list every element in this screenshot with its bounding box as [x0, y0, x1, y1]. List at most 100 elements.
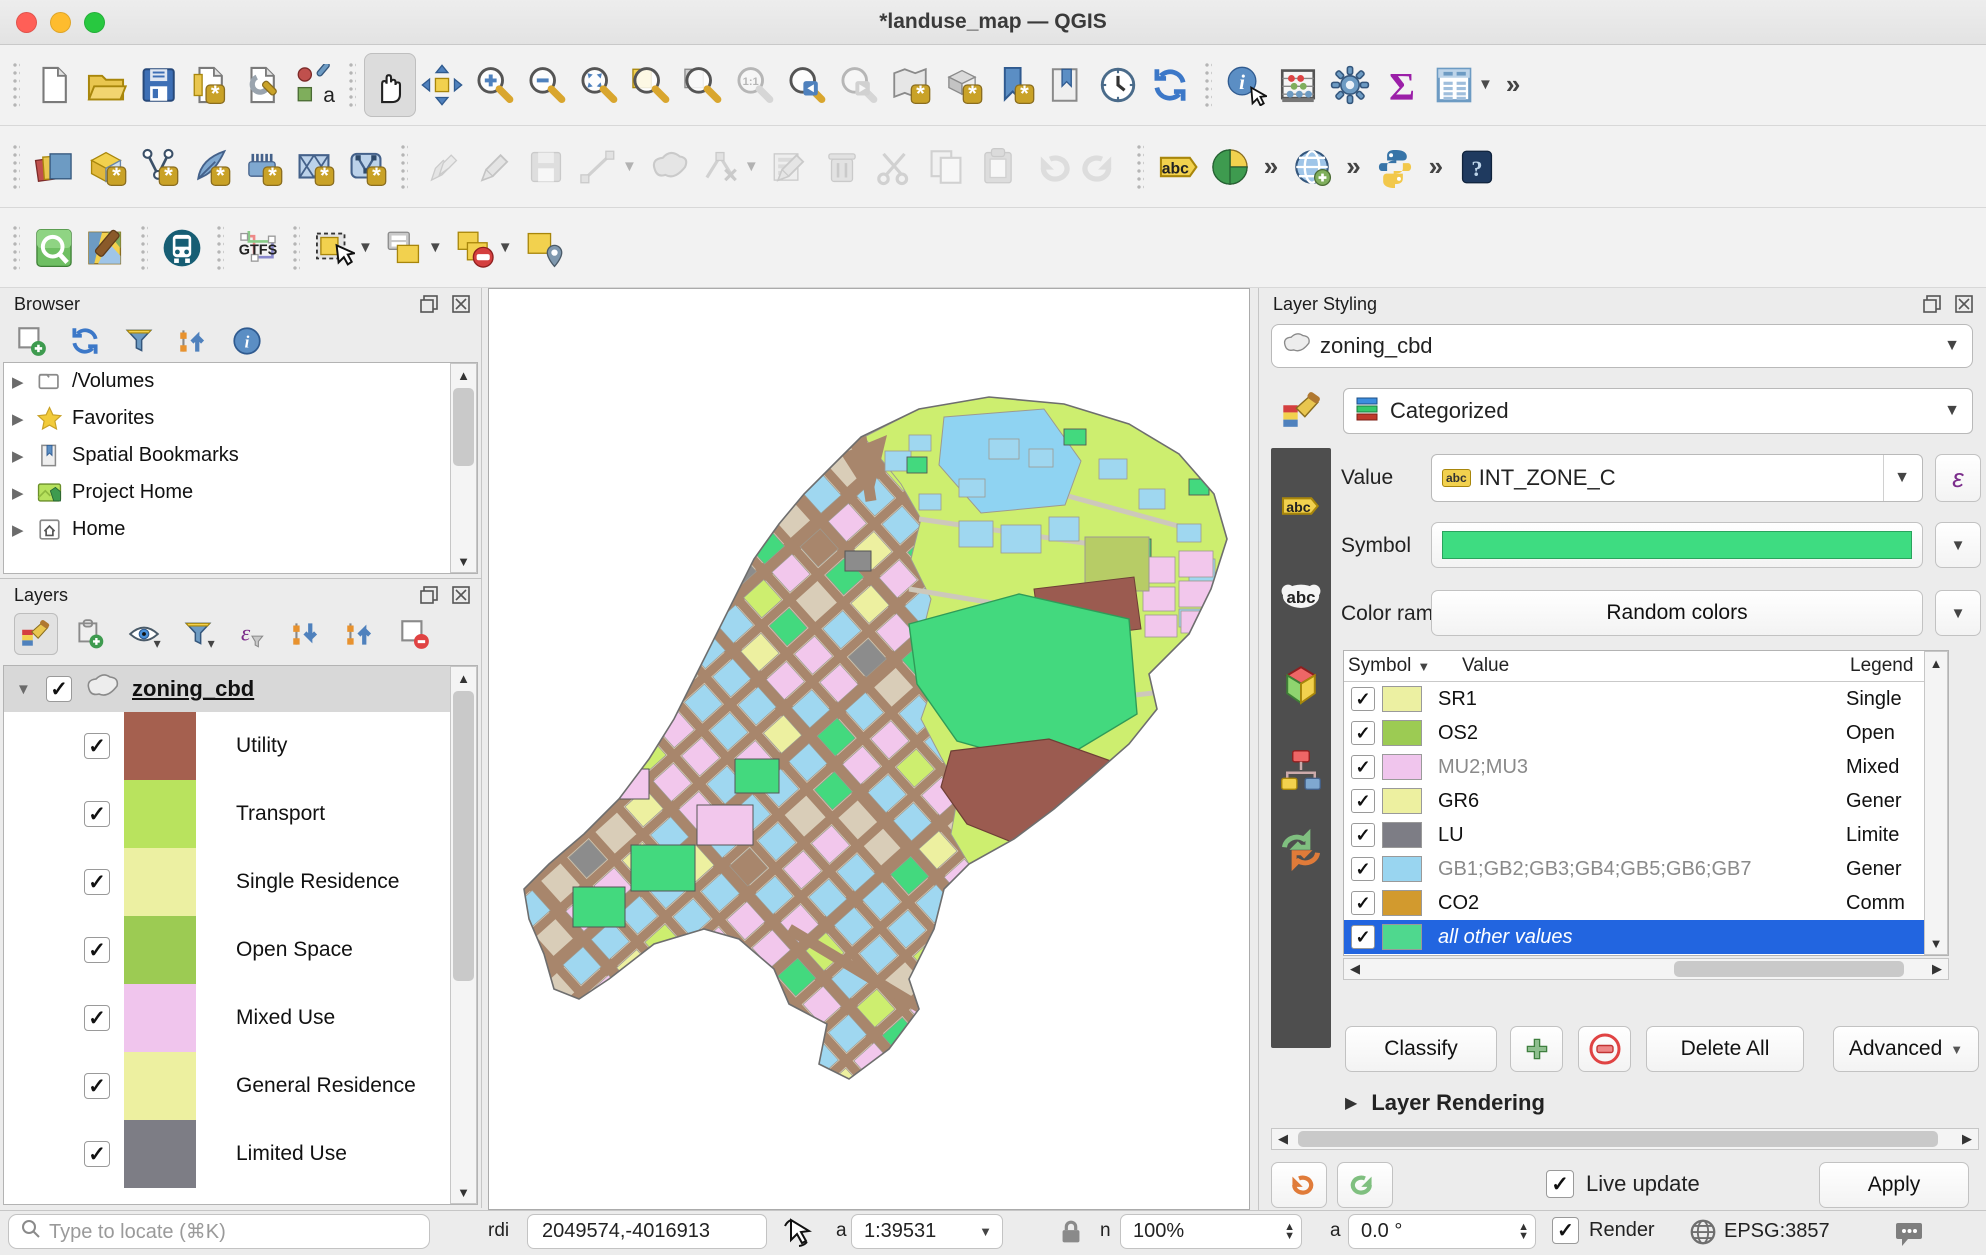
- row-checkbox[interactable]: ✓: [1351, 755, 1375, 779]
- zoom-full-button[interactable]: [572, 53, 624, 117]
- new-3d-map-view-button[interactable]: *: [936, 53, 988, 117]
- tab-dependencies[interactable]: [1279, 748, 1323, 797]
- legend-item-transport[interactable]: ✓Transport: [4, 780, 477, 848]
- stepper-icon[interactable]: ▲▼: [1284, 1223, 1301, 1241]
- new-virtual-layer-button[interactable]: *: [288, 135, 340, 199]
- toolbar-overflow-icon[interactable]: »: [1421, 151, 1451, 182]
- browser-item-project-home[interactable]: ▶Project Home: [4, 474, 477, 511]
- save-project-button[interactable]: [132, 53, 184, 117]
- expand-icon[interactable]: ▶: [12, 484, 32, 502]
- map-canvas[interactable]: [488, 288, 1250, 1210]
- tab-callouts[interactable]: abc: [1279, 578, 1323, 617]
- scale-select[interactable]: 1:39531 ▼: [851, 1214, 1003, 1249]
- plugin-search-button[interactable]: [28, 216, 80, 280]
- collapse-tree-button[interactable]: [176, 324, 210, 363]
- add-group-button[interactable]: [68, 613, 112, 655]
- close-window-button[interactable]: [16, 12, 37, 33]
- toolbar-overflow-icon[interactable]: »: [1498, 69, 1528, 100]
- category-row-sr1[interactable]: ✓SR1Single: [1344, 682, 1924, 716]
- expand-section-icon[interactable]: ▶: [1345, 1093, 1357, 1113]
- python-console-button[interactable]: [1369, 135, 1421, 199]
- deselect-features-button[interactable]: ▼: [448, 216, 518, 280]
- row-checkbox[interactable]: ✓: [1351, 789, 1375, 813]
- help-button[interactable]: ?: [1451, 135, 1503, 199]
- legend-item-limited-use[interactable]: ✓Limited Use: [4, 1120, 477, 1188]
- select-by-form-button[interactable]: ▼: [378, 216, 448, 280]
- statistical-summary-button[interactable]: Σ: [1376, 53, 1428, 117]
- row-symbol-swatch[interactable]: [1382, 686, 1422, 712]
- browser-item-spatial-bookmarks[interactable]: ▶Spatial Bookmarks: [4, 437, 477, 474]
- row-checkbox[interactable]: ✓: [1351, 925, 1375, 949]
- layers-scrollbar[interactable]: ▲ ▼: [450, 666, 477, 1204]
- remove-layer-button[interactable]: [392, 613, 436, 655]
- table-scrollbar[interactable]: ▲ ▼: [1924, 651, 1948, 955]
- remove-category-button[interactable]: [1578, 1026, 1631, 1072]
- row-symbol-swatch[interactable]: [1382, 788, 1422, 814]
- crs-status[interactable]: EPSG:3857: [1724, 1220, 1830, 1243]
- symbol-preview-button[interactable]: [1431, 522, 1923, 568]
- scroll-left-icon[interactable]: ◀: [1344, 959, 1366, 979]
- style-undo-button[interactable]: [1271, 1162, 1327, 1208]
- browser-item-home[interactable]: ▶Home: [4, 511, 477, 548]
- layer-labeling-button[interactable]: abc: [1152, 135, 1204, 199]
- category-checkbox[interactable]: ✓: [84, 937, 110, 963]
- row-symbol-swatch[interactable]: [1382, 890, 1422, 916]
- category-row-gb1-gb2-gb3-gb4-gb5-gb6-gb7[interactable]: ✓GB1;GB2;GB3;GB4;GB5;GB6;GB7Gener: [1344, 852, 1924, 886]
- tab-history[interactable]: [1279, 828, 1323, 877]
- color-ramp-dropdown-button[interactable]: ▼: [1935, 590, 1981, 636]
- identify-features-button[interactable]: i: [1220, 53, 1272, 117]
- row-checkbox[interactable]: ✓: [1351, 823, 1375, 847]
- rotation-input[interactable]: 0.0 ° ▲▼: [1348, 1214, 1536, 1249]
- coordinate-input[interactable]: 2049574,-4016913: [527, 1214, 767, 1249]
- show-spatial-bookmarks-button[interactable]: [1040, 53, 1092, 117]
- new-shapefile-layer-button[interactable]: *: [132, 135, 184, 199]
- scroll-right-icon[interactable]: ▶: [1956, 1129, 1978, 1149]
- stepper-icon[interactable]: ▲▼: [1518, 1223, 1535, 1241]
- chevron-down-icon[interactable]: ▼: [428, 239, 443, 256]
- messages-icon[interactable]: [1893, 1217, 1925, 1254]
- layer-rendering-section[interactable]: ▶ Layer Rendering: [1345, 1090, 1545, 1116]
- chevron-down-icon[interactable]: ▼: [622, 158, 637, 175]
- row-checkbox[interactable]: ✓: [1351, 687, 1375, 711]
- chevron-down-icon[interactable]: ▼: [358, 239, 373, 256]
- scroll-up-icon[interactable]: ▲: [451, 667, 476, 689]
- column-legend[interactable]: Legend: [1850, 655, 1913, 677]
- gtfs-plugin-button[interactable]: GTFS: [232, 216, 284, 280]
- live-update-checkbox[interactable]: ✓: [1546, 1170, 1574, 1198]
- select-features-button[interactable]: ▼: [308, 216, 378, 280]
- properties-info-button[interactable]: i: [230, 324, 264, 363]
- filter-legend-button[interactable]: ▾: [176, 613, 220, 655]
- map-tiles-plugin-button[interactable]: [80, 216, 132, 280]
- locate-search-input[interactable]: Type to locate (⌘K): [8, 1214, 430, 1249]
- pan-map-button[interactable]: [364, 53, 416, 117]
- tab-3d-view[interactable]: [1279, 663, 1323, 712]
- zoom-to-selection-button[interactable]: [624, 53, 676, 117]
- attribute-table-button[interactable]: ▼: [1428, 53, 1498, 117]
- expression-button[interactable]: ε: [1935, 454, 1981, 502]
- scroll-left-icon[interactable]: ◀: [1272, 1129, 1294, 1149]
- layer-row-zoning-cbd[interactable]: ▼ ✓ zoning_cbd: [4, 666, 477, 712]
- delete-all-button[interactable]: Delete All: [1646, 1026, 1804, 1072]
- expand-icon[interactable]: ▶: [12, 447, 32, 465]
- legend-item-utility[interactable]: ✓Utility: [4, 712, 477, 780]
- layout-manager-button[interactable]: [236, 53, 288, 117]
- category-checkbox[interactable]: ✓: [84, 1073, 110, 1099]
- filter-browser-button[interactable]: [122, 324, 156, 363]
- refresh-map-button[interactable]: [1144, 53, 1196, 117]
- select-by-location-button[interactable]: [518, 216, 570, 280]
- collapse-layer-icon[interactable]: ▼: [4, 681, 46, 698]
- category-row-gr6[interactable]: ✓GR6Gener: [1344, 784, 1924, 818]
- add-category-button[interactable]: [1510, 1026, 1563, 1072]
- field-calculator-button[interactable]: [1272, 53, 1324, 117]
- collapse-all-button[interactable]: [338, 613, 382, 655]
- magnifier-input[interactable]: 100% ▲▼: [1120, 1214, 1302, 1249]
- render-control[interactable]: ✓ Render: [1552, 1217, 1655, 1244]
- styling-close-icon[interactable]: [1952, 293, 1976, 315]
- table-hscrollbar[interactable]: ◀ ▶: [1343, 958, 1949, 980]
- category-row-co2[interactable]: ✓CO2Comm: [1344, 886, 1924, 920]
- new-print-layout-button[interactable]: *: [184, 53, 236, 117]
- styling-layer-select[interactable]: zoning_cbd ▼: [1271, 324, 1973, 368]
- expand-icon[interactable]: ▶: [12, 410, 32, 428]
- column-symbol[interactable]: Symbol: [1344, 655, 1411, 677]
- row-checkbox[interactable]: ✓: [1351, 891, 1375, 915]
